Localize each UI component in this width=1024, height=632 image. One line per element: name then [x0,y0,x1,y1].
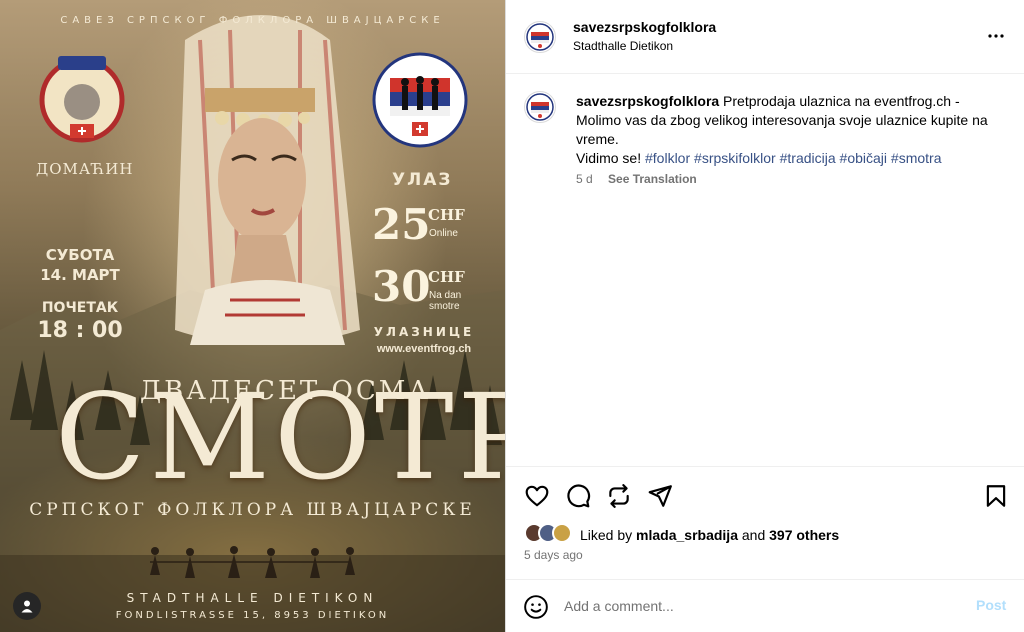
liked-others-link[interactable]: 397 others [769,527,839,543]
tickets-label: УЛАЗНИЦЕ [373,325,475,339]
poster-top-line: САВЕЗ СРПСКОГ ФОЛКЛОРА ШВАЈЦАРСКЕ [60,15,445,26]
host-logo [39,56,125,143]
hashtag[interactable]: #tradicija [780,150,836,166]
poster-subtitle: СРПСКОГ ФОЛКЛОРА ШВАЈЦАРСКЕ [29,500,476,520]
poster-illustration [0,15,505,632]
liked-prefix: Liked by [580,527,637,543]
price-online-currency: CHF [428,206,465,224]
emoji-button[interactable] [523,594,549,620]
post-actions-section: Liked by mlada_srbadija and 397 others 5… [506,466,1024,632]
avatar[interactable] [524,21,556,53]
poster-ordinal: ДВАДЕСЕТ ОСМА [140,376,432,406]
federation-avatar-icon [526,93,554,121]
save-button[interactable] [983,483,1009,509]
hashtag[interactable]: #srpskifolklor [694,150,776,166]
host-label: ДОМАЋИН [36,160,134,178]
price-door-note: Na dan smotre [429,290,461,312]
share-button[interactable] [647,483,673,509]
price-online: 25 CHF Online [372,200,482,250]
liked-mid: and [737,527,770,543]
start-label: ПОЧЕТАК [41,300,119,316]
caption-avatar[interactable] [524,91,556,123]
day-text: СУБОТА [45,246,115,264]
hashtag[interactable]: #smotra [891,150,942,166]
bookmark-icon [986,485,1006,507]
venue-name: STADTHALLE DIETIKON [126,591,379,605]
price-door-note-line2: smotre [429,301,460,312]
tickets-url: www.eventfrog.ch [376,343,472,355]
caption-meta: 5 d See Translation [576,172,697,186]
comment-composer: Post [506,579,1024,632]
more-horizontal-icon [988,34,1004,38]
avatar [552,523,572,543]
heart-icon [525,485,549,507]
post-comment-button[interactable]: Post [976,597,1006,613]
federation-avatar-icon [526,23,554,51]
emoji-icon [524,595,548,619]
caption-username[interactable]: savezsrpskogfolklora [576,93,719,109]
entry-label: УЛАЗ [392,170,453,190]
tagged-users-button[interactable] [13,592,41,620]
liked-user-link[interactable]: mlada_srbadija [636,527,738,543]
more-options-button[interactable] [984,24,1008,48]
price-door-currency: CHF [428,268,465,286]
price-online-value: 25 [372,200,431,249]
post-header: savezsrpskogfolklora Stadthalle Dietikon [506,0,1024,74]
caption-age: 5 d [576,172,593,186]
post-author-username[interactable]: savezsrpskogfolklora [573,19,716,35]
start-time: 18 : 00 [37,318,123,343]
repost-icon [609,484,629,508]
price-online-note: Online [429,228,458,239]
price-door-note-line1: Na dan [429,290,462,301]
date-text: 14. МАРТ [40,266,120,284]
federation-logo [372,52,468,148]
repost-button[interactable] [606,483,632,509]
venue-address: FONDLISTRASSE 15, 8953 DIETIKON [115,610,390,621]
post-caption: savezsrpskogfolklora Pretprodaja ulaznic… [576,92,996,168]
hashtag[interactable]: #običaji [840,150,887,166]
post-image[interactable]: САВЕЗ СРПСКОГ ФОЛКЛОРА ШВАЈЦАРСКЕ ДОМАЋИ… [0,0,505,632]
comment-input[interactable] [564,592,944,620]
price-door-value: 30 [372,262,431,311]
price-door: 30 CHF Na dan smotre [372,262,482,312]
comment-button[interactable] [565,483,591,509]
caption-text-2: Vidimo se! [576,150,645,166]
post-time-ago[interactable]: 5 days ago [524,548,583,562]
paper-plane-icon [648,485,672,507]
see-translation-button[interactable]: See Translation [608,172,697,186]
post-details-panel: savezsrpskogfolklora Stadthalle Dietikon… [505,0,1024,632]
event-day: СУБОТА 14. МАРТ [30,245,130,285]
hashtag[interactable]: #folklor [645,150,690,166]
comment-icon [567,484,591,508]
user-icon [21,600,33,613]
like-button[interactable] [524,483,550,509]
post-location[interactable]: Stadthalle Dietikon [573,39,673,53]
liked-by-text: Liked by mlada_srbadija and 397 others [580,527,839,543]
